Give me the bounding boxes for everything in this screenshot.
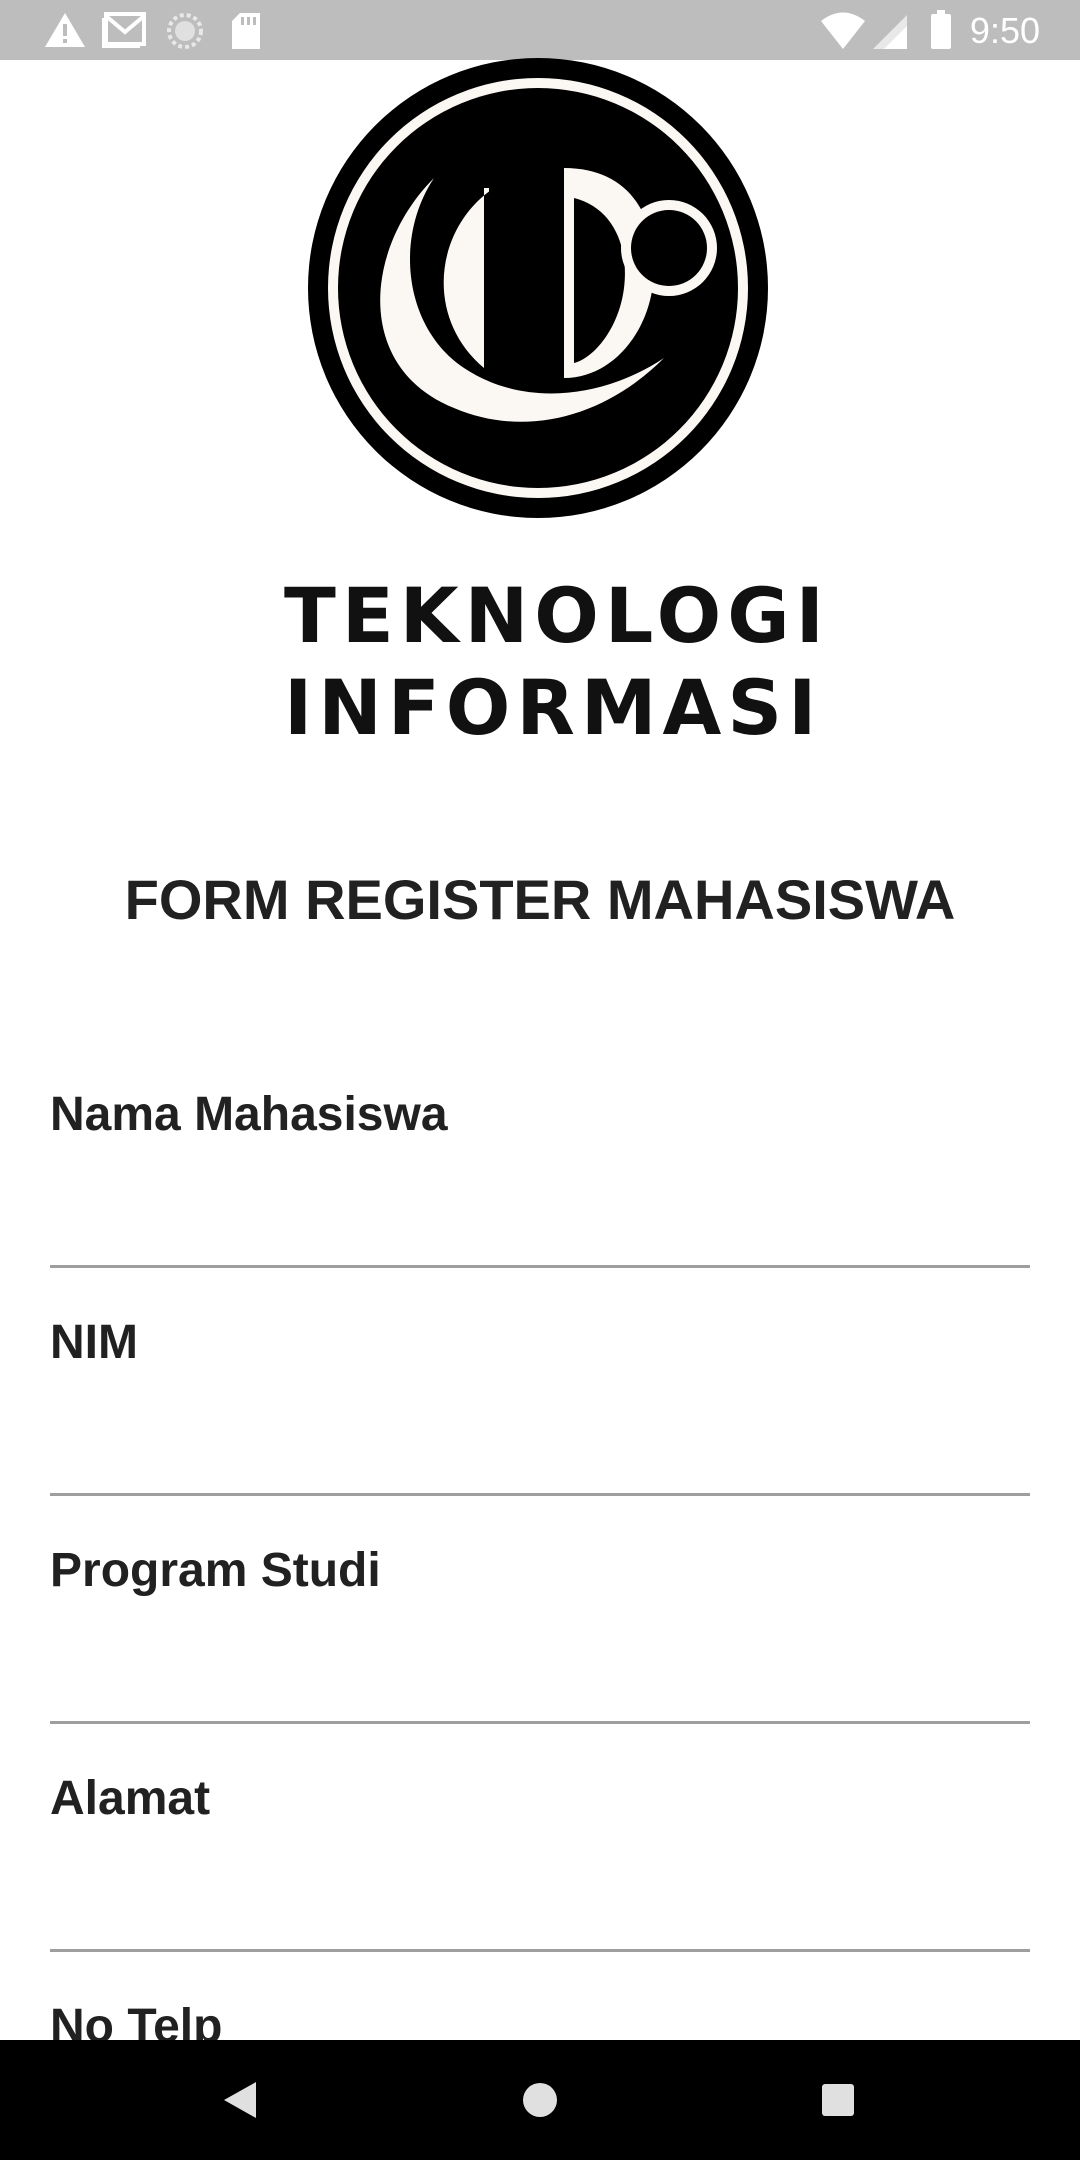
warning-icon bbox=[45, 13, 85, 47]
home-icon bbox=[523, 2083, 557, 2117]
sd-card-icon bbox=[232, 13, 260, 49]
signal-icon bbox=[873, 15, 907, 49]
field-underline bbox=[50, 1265, 1030, 1268]
battery-icon bbox=[931, 10, 951, 49]
field-underline bbox=[50, 1949, 1030, 1952]
sync-icon bbox=[167, 13, 203, 49]
alamat-input[interactable] bbox=[50, 1869, 1030, 1929]
program-studi-input[interactable] bbox=[50, 1641, 1030, 1701]
nim-input[interactable] bbox=[50, 1413, 1030, 1473]
logo-line-2: INFORMASI bbox=[284, 663, 823, 752]
form-title: FORM REGISTER MAHASISWA bbox=[124, 868, 956, 931]
wifi-icon bbox=[821, 12, 865, 49]
recents-button[interactable] bbox=[802, 2064, 874, 2136]
logo-line-1: TEKNOLOGI bbox=[284, 571, 830, 660]
recents-icon bbox=[822, 2084, 854, 2116]
field-underline bbox=[50, 1493, 1030, 1496]
back-icon bbox=[224, 2082, 256, 2118]
field-label: NIM bbox=[50, 1316, 138, 1369]
gmail-icon bbox=[102, 12, 146, 48]
field-label: Program Studi bbox=[50, 1544, 381, 1597]
field-label: Nama Mahasiswa bbox=[50, 1088, 448, 1141]
nama-mahasiswa-input[interactable] bbox=[50, 1185, 1030, 1245]
back-button[interactable] bbox=[204, 2064, 276, 2136]
clock: 9:50 bbox=[969, 10, 1040, 51]
field-label: Alamat bbox=[50, 1772, 211, 1825]
field-underline bbox=[50, 1721, 1030, 1724]
status-bar: 9:50 bbox=[0, 0, 1080, 60]
navigation-bar bbox=[0, 2040, 1080, 2160]
home-button[interactable] bbox=[504, 2064, 576, 2136]
logo-wordmark: TEKNOLOGI INFORMASI bbox=[284, 570, 830, 754]
